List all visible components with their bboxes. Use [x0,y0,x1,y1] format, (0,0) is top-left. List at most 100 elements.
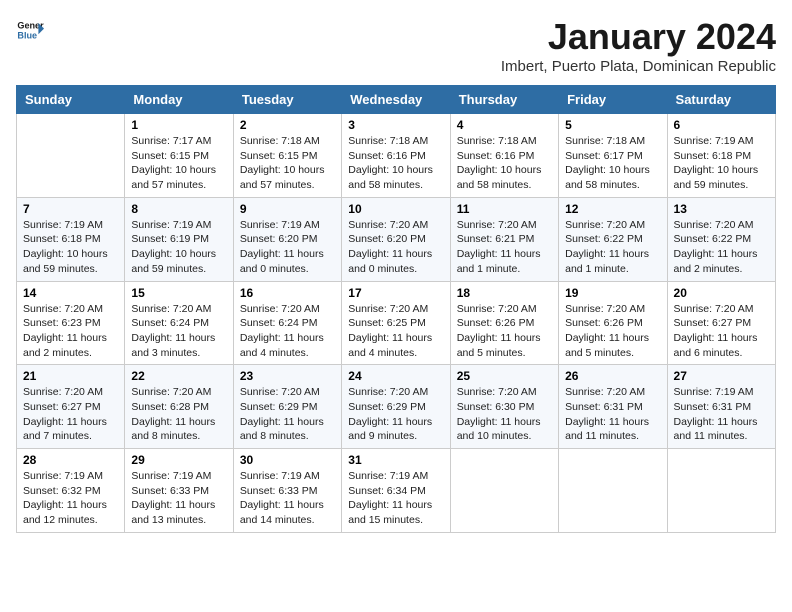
calendar-cell: 7 Sunrise: 7:19 AM Sunset: 6:18 PM Daylig… [17,197,125,281]
day-info: Sunrise: 7:20 AM Sunset: 6:26 PM Dayligh… [565,302,660,361]
day-number: 14 [23,286,118,300]
day-number: 7 [23,202,118,216]
day-info: Sunrise: 7:18 AM Sunset: 6:15 PM Dayligh… [240,134,335,193]
day-info: Sunrise: 7:20 AM Sunset: 6:27 PM Dayligh… [674,302,769,361]
day-info: Sunrise: 7:20 AM Sunset: 6:23 PM Dayligh… [23,302,118,361]
calendar-cell [17,114,125,198]
calendar-week-row: 21 Sunrise: 7:20 AM Sunset: 6:27 PM Dayli… [17,365,776,449]
calendar-cell: 2 Sunrise: 7:18 AM Sunset: 6:15 PM Daylig… [233,114,341,198]
weekday-header: Sunday [17,86,125,114]
day-number: 20 [674,286,769,300]
day-info: Sunrise: 7:19 AM Sunset: 6:20 PM Dayligh… [240,218,335,277]
day-info: Sunrise: 7:19 AM Sunset: 6:19 PM Dayligh… [131,218,226,277]
day-number: 17 [348,286,443,300]
day-number: 31 [348,453,443,467]
day-number: 19 [565,286,660,300]
header-row: SundayMondayTuesdayWednesdayThursdayFrid… [17,86,776,114]
day-number: 12 [565,202,660,216]
day-number: 29 [131,453,226,467]
calendar-cell: 31 Sunrise: 7:19 AM Sunset: 6:34 PM Dayli… [342,449,450,533]
day-info: Sunrise: 7:20 AM Sunset: 6:24 PM Dayligh… [131,302,226,361]
day-info: Sunrise: 7:19 AM Sunset: 6:33 PM Dayligh… [240,469,335,528]
day-info: Sunrise: 7:19 AM Sunset: 6:18 PM Dayligh… [674,134,769,193]
calendar-cell: 11 Sunrise: 7:20 AM Sunset: 6:21 PM Dayli… [450,197,558,281]
calendar-cell: 27Sunrise: 7:19 AM Sunset: 6:31 PM Dayli… [667,365,775,449]
day-info: Sunrise: 7:20 AM Sunset: 6:20 PM Dayligh… [348,218,443,277]
day-number: 21 [23,369,118,383]
day-number: 2 [240,118,335,132]
day-info: Sunrise: 7:20 AM Sunset: 6:24 PM Dayligh… [240,302,335,361]
day-number: 22 [131,369,226,383]
calendar-cell: 23Sunrise: 7:20 AM Sunset: 6:29 PM Dayli… [233,365,341,449]
day-number: 6 [674,118,769,132]
day-info: Sunrise: 7:19 AM Sunset: 6:33 PM Dayligh… [131,469,226,528]
calendar-cell [667,449,775,533]
calendar-cell: 1 Sunrise: 7:17 AM Sunset: 6:15 PM Daylig… [125,114,233,198]
day-info: Sunrise: 7:20 AM Sunset: 6:29 PM Dayligh… [240,385,335,444]
calendar-cell: 8 Sunrise: 7:19 AM Sunset: 6:19 PM Daylig… [125,197,233,281]
day-info: Sunrise: 7:19 AM Sunset: 6:18 PM Dayligh… [23,218,118,277]
calendar-week-row: 14 Sunrise: 7:20 AM Sunset: 6:23 PM Dayli… [17,281,776,365]
day-info: Sunrise: 7:20 AM Sunset: 6:30 PM Dayligh… [457,385,552,444]
calendar-cell: 15 Sunrise: 7:20 AM Sunset: 6:24 PM Dayli… [125,281,233,365]
day-number: 1 [131,118,226,132]
logo: General Blue [16,16,44,44]
calendar-week-row: 28Sunrise: 7:19 AM Sunset: 6:32 PM Dayli… [17,449,776,533]
calendar-subtitle: Imbert, Puerto Plata, Dominican Republic [501,58,776,75]
calendar-cell: 3Sunrise: 7:18 AM Sunset: 6:16 PM Daylig… [342,114,450,198]
day-number: 15 [131,286,226,300]
calendar-cell: 29 Sunrise: 7:19 AM Sunset: 6:33 PM Dayli… [125,449,233,533]
day-info: Sunrise: 7:20 AM Sunset: 6:31 PM Dayligh… [565,385,660,444]
calendar-cell: 6 Sunrise: 7:19 AM Sunset: 6:18 PM Daylig… [667,114,775,198]
calendar-cell: 5Sunrise: 7:18 AM Sunset: 6:17 PM Daylig… [559,114,667,198]
day-info: Sunrise: 7:17 AM Sunset: 6:15 PM Dayligh… [131,134,226,193]
day-info: Sunrise: 7:20 AM Sunset: 6:29 PM Dayligh… [348,385,443,444]
day-number: 24 [348,369,443,383]
calendar-week-row: 7 Sunrise: 7:19 AM Sunset: 6:18 PM Daylig… [17,197,776,281]
weekday-header: Tuesday [233,86,341,114]
day-info: Sunrise: 7:20 AM Sunset: 6:21 PM Dayligh… [457,218,552,277]
calendar-title: January 2024 [501,16,776,58]
day-info: Sunrise: 7:20 AM Sunset: 6:25 PM Dayligh… [348,302,443,361]
weekday-header: Wednesday [342,86,450,114]
day-number: 26 [565,369,660,383]
day-number: 11 [457,202,552,216]
day-number: 18 [457,286,552,300]
calendar-cell: 18 Sunrise: 7:20 AM Sunset: 6:26 PM Dayli… [450,281,558,365]
day-number: 10 [348,202,443,216]
day-number: 3 [348,118,443,132]
day-info: Sunrise: 7:20 AM Sunset: 6:27 PM Dayligh… [23,385,118,444]
header: General Blue January 2024 Imbert, Puerto… [16,16,776,75]
calendar-cell: 13 Sunrise: 7:20 AM Sunset: 6:22 PM Dayli… [667,197,775,281]
day-number: 13 [674,202,769,216]
calendar-cell: 26 Sunrise: 7:20 AM Sunset: 6:31 PM Dayli… [559,365,667,449]
calendar-cell [559,449,667,533]
day-number: 4 [457,118,552,132]
day-info: Sunrise: 7:18 AM Sunset: 6:16 PM Dayligh… [457,134,552,193]
day-info: Sunrise: 7:18 AM Sunset: 6:17 PM Dayligh… [565,134,660,193]
day-info: Sunrise: 7:19 AM Sunset: 6:34 PM Dayligh… [348,469,443,528]
weekday-header: Friday [559,86,667,114]
day-number: 9 [240,202,335,216]
calendar-cell: 16 Sunrise: 7:20 AM Sunset: 6:24 PM Dayli… [233,281,341,365]
day-number: 30 [240,453,335,467]
day-info: Sunrise: 7:20 AM Sunset: 6:26 PM Dayligh… [457,302,552,361]
calendar-cell: 25Sunrise: 7:20 AM Sunset: 6:30 PM Dayli… [450,365,558,449]
calendar-cell: 17 Sunrise: 7:20 AM Sunset: 6:25 PM Dayli… [342,281,450,365]
calendar-cell: 28Sunrise: 7:19 AM Sunset: 6:32 PM Dayli… [17,449,125,533]
weekday-header: Monday [125,86,233,114]
calendar-cell: 9 Sunrise: 7:19 AM Sunset: 6:20 PM Daylig… [233,197,341,281]
day-info: Sunrise: 7:19 AM Sunset: 6:31 PM Dayligh… [674,385,769,444]
calendar-week-row: 1 Sunrise: 7:17 AM Sunset: 6:15 PM Daylig… [17,114,776,198]
calendar-cell: 14 Sunrise: 7:20 AM Sunset: 6:23 PM Dayli… [17,281,125,365]
day-number: 28 [23,453,118,467]
day-number: 16 [240,286,335,300]
day-info: Sunrise: 7:20 AM Sunset: 6:22 PM Dayligh… [565,218,660,277]
day-number: 8 [131,202,226,216]
calendar-cell [450,449,558,533]
calendar-cell: 12 Sunrise: 7:20 AM Sunset: 6:22 PM Dayli… [559,197,667,281]
weekday-header: Saturday [667,86,775,114]
day-info: Sunrise: 7:20 AM Sunset: 6:22 PM Dayligh… [674,218,769,277]
calendar-cell: 24 Sunrise: 7:20 AM Sunset: 6:29 PM Dayli… [342,365,450,449]
title-area: January 2024 Imbert, Puerto Plata, Domin… [501,16,776,75]
